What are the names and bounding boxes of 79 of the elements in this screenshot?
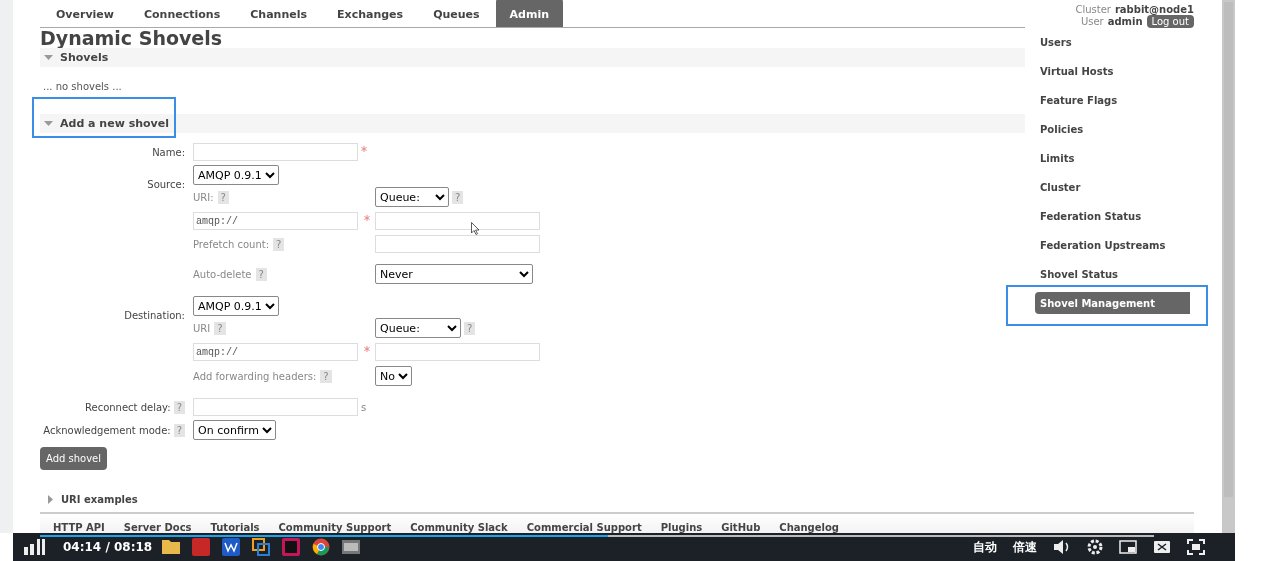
- settings-icon[interactable]: [1087, 539, 1103, 555]
- sidebar-item[interactable]: Policies: [1035, 115, 1190, 144]
- app-icon: [252, 538, 271, 556]
- unit-label: s: [361, 401, 367, 413]
- ack-mode-select[interactable]: On confirm: [193, 420, 276, 440]
- headers-select[interactable]: No: [375, 366, 412, 386]
- mouse-cursor-icon: [471, 222, 480, 235]
- app-icon: [342, 538, 361, 556]
- expand-triangle-icon[interactable]: [46, 495, 55, 504]
- queue-name-field[interactable]: [375, 343, 540, 361]
- queue-type-select[interactable]: Queue:: [375, 318, 461, 338]
- field-label: Auto-delete: [193, 268, 252, 280]
- footer-link[interactable]: Plugins: [660, 522, 703, 533]
- cluster-name: rabbit@node1: [1114, 4, 1194, 15]
- playback-time: 04:14 / 08:18: [63, 540, 153, 554]
- section-header[interactable]: Add a new shovel: [40, 114, 1025, 133]
- app-icon: [222, 538, 241, 556]
- footer-link[interactable]: Tutorials: [210, 522, 260, 533]
- prefetch-field[interactable]: [375, 235, 540, 253]
- collapse-triangle-icon[interactable]: [44, 53, 53, 62]
- sidebar-item[interactable]: Shovel Status: [1035, 260, 1190, 289]
- queue-name-field[interactable]: [375, 212, 540, 230]
- sidebar-item[interactable]: Users: [1035, 28, 1190, 57]
- app-icon: [282, 538, 301, 556]
- field-label: URI:: [193, 191, 214, 203]
- sidebar-item[interactable]: Virtual Hosts: [1035, 57, 1190, 86]
- uri-field[interactable]: amqp://: [193, 343, 358, 361]
- name-field[interactable]: [193, 143, 358, 161]
- protocol-select[interactable]: AMQP 0.9.1: [193, 296, 279, 316]
- screen-icon[interactable]: [1153, 539, 1171, 555]
- empty-message: ... no shovels ...: [43, 81, 123, 92]
- footer-link[interactable]: HTTP API: [53, 522, 105, 533]
- logout-button[interactable]: Log out: [1146, 15, 1194, 28]
- footer-link[interactable]: GitHub: [721, 522, 761, 533]
- picture-in-picture-icon[interactable]: [1119, 539, 1137, 555]
- fullscreen-icon[interactable]: [1187, 539, 1205, 555]
- user-name: admin: [1107, 16, 1143, 27]
- collapse-triangle-icon[interactable]: [44, 119, 53, 128]
- quality-button[interactable]: 自动: [973, 538, 997, 556]
- sidebar-item[interactable]: Federation Status: [1035, 202, 1190, 231]
- protocol-select[interactable]: AMQP 0.9.1: [193, 165, 279, 185]
- footer-link[interactable]: Commercial Support: [526, 522, 642, 533]
- sidebar-item[interactable]: Limits: [1035, 144, 1190, 173]
- sidebar-item[interactable]: Cluster: [1035, 173, 1190, 202]
- sidebar-item[interactable]: Shovel Management: [1035, 292, 1190, 314]
- field-label: Source:: [146, 177, 185, 192]
- queue-type-select[interactable]: Queue:: [375, 187, 449, 207]
- reconnect-delay-field[interactable]: [193, 398, 358, 416]
- nav-tab[interactable]: Exchanges: [323, 3, 418, 27]
- nav-tab[interactable]: Admin: [495, 0, 564, 27]
- user-label: User: [1080, 16, 1104, 27]
- field-label: Reconnect delay:: [85, 401, 171, 413]
- field-label: Name:: [151, 146, 185, 158]
- app-icon: [192, 538, 211, 556]
- sidebar-item[interactable]: Feature Flags: [1035, 86, 1190, 115]
- nav-tab[interactable]: Queues: [419, 3, 494, 27]
- footer-link[interactable]: Community Support: [278, 522, 392, 533]
- section-header[interactable]: Shovels: [40, 48, 1025, 67]
- page-title: Dynamic Shovels: [40, 28, 224, 48]
- field-label: Destination:: [123, 308, 185, 323]
- cluster-label: Cluster: [1075, 4, 1111, 15]
- sidebar-item[interactable]: Federation Upstreams: [1035, 231, 1190, 260]
- volume-icon[interactable]: [1053, 539, 1071, 555]
- field-label: URI: [193, 322, 211, 334]
- footer-link[interactable]: Changelog: [779, 522, 840, 533]
- nav-tab[interactable]: Connections: [130, 3, 235, 27]
- section-header[interactable]: URI examples: [46, 494, 1025, 505]
- footer-link[interactable]: Server Docs: [123, 522, 192, 533]
- browser-icon: [312, 538, 331, 556]
- speed-button[interactable]: 倍速: [1013, 538, 1037, 556]
- auto-delete-select[interactable]: Never: [375, 264, 533, 284]
- add-shovel-button[interactable]: Add shovel: [40, 447, 108, 470]
- field-label: Acknowledgement mode:: [43, 424, 171, 436]
- uri-field[interactable]: amqp://: [193, 212, 358, 230]
- nav-tab[interactable]: Overview: [40, 3, 128, 27]
- footer-link[interactable]: Community Slack: [410, 522, 508, 533]
- nav-tab[interactable]: Channels: [236, 3, 321, 27]
- field-label: Add forwarding headers:: [193, 370, 317, 382]
- field-label: Prefetch count:: [193, 238, 270, 250]
